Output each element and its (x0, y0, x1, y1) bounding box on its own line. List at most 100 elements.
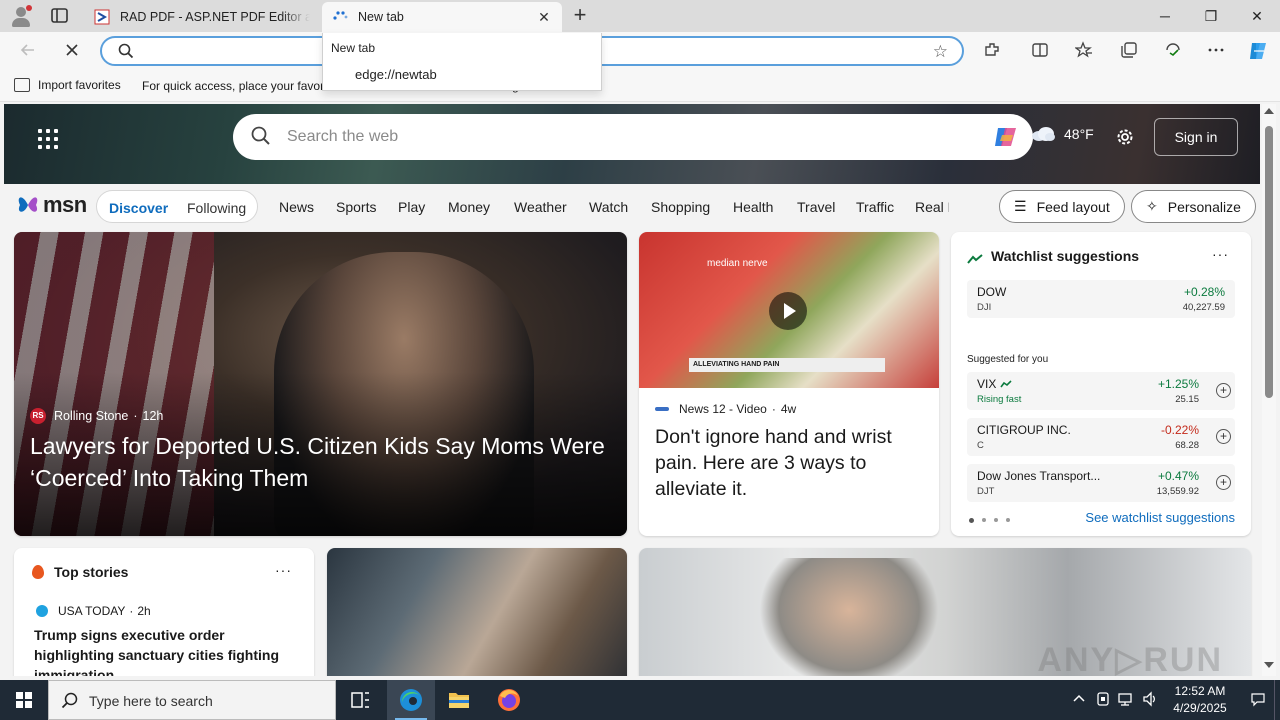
stock-value: 68.28 (1175, 440, 1199, 451)
stock-row-vix[interactable]: VIX Rising fast +1.25% 25.15 + (967, 372, 1235, 410)
top-stories-header: Top stories (32, 564, 128, 580)
extensions-icon[interactable] (982, 41, 1002, 61)
msn-search-box[interactable] (233, 114, 1033, 160)
collections-icon[interactable] (1119, 41, 1139, 61)
favorites-icon[interactable] (1074, 41, 1094, 61)
video-story-card[interactable]: median nerve ALLEVIATING HAND PAIN News … (639, 232, 939, 536)
split-screen-icon[interactable] (1030, 41, 1050, 61)
network-icon[interactable] (1118, 691, 1134, 710)
page-scrollbar[interactable] (1262, 104, 1276, 676)
firefox-button[interactable] (485, 680, 533, 720)
search-icon (118, 43, 134, 62)
anyrun-watermark: ANY▷RUN (1037, 641, 1223, 676)
favorite-star-icon[interactable]: ☆ (933, 42, 948, 62)
tab-new-tab[interactable]: New tab ✕ (322, 2, 562, 32)
file-explorer-button[interactable] (435, 680, 483, 720)
see-watchlist-link[interactable]: See watchlist suggestions (1085, 510, 1235, 525)
story-card-fitness[interactable]: ANY▷RUN (639, 548, 1251, 676)
nav-link-health[interactable]: Health (733, 199, 773, 215)
stock-change: +0.47% (1157, 469, 1199, 483)
carousel-dots[interactable] (969, 518, 1010, 523)
story-headline[interactable]: Lawyers for Deported U.S. Citizen Kids S… (30, 430, 610, 494)
story-age: 4w (780, 402, 797, 416)
close-window-button[interactable]: ✕ (1234, 0, 1280, 32)
dropdown-header: New tab (331, 41, 376, 55)
tab-following[interactable]: Following (187, 200, 246, 216)
nav-link-real-estate[interactable]: Real Es (915, 199, 949, 215)
story-headline[interactable]: Don't ignore hand and wrist pain. Here a… (655, 424, 925, 502)
stock-row-citigroup[interactable]: CITIGROUP INC. C -0.22% 68.28 + (967, 418, 1235, 456)
msn-logo[interactable]: msn (16, 192, 87, 218)
restore-button[interactable]: ❐ (1188, 0, 1234, 32)
app-launcher-icon[interactable] (38, 129, 58, 149)
import-icon (14, 78, 30, 92)
taskbar-search[interactable]: Type here to search (48, 680, 336, 720)
profile-icon[interactable] (8, 4, 34, 28)
nav-link-travel[interactable]: Travel (797, 199, 835, 215)
msn-search-input[interactable] (287, 126, 967, 148)
scroll-up-icon[interactable] (1264, 108, 1274, 114)
stock-name: CITIGROUP INC. (977, 423, 1071, 437)
copilot-icon[interactable] (993, 125, 1019, 149)
stock-change: +1.25% (1157, 377, 1199, 391)
more-options-icon[interactable]: ··· (275, 562, 292, 578)
nav-link-shopping[interactable]: Shopping (651, 199, 710, 215)
task-view-button[interactable] (336, 680, 384, 720)
start-button[interactable] (0, 680, 48, 720)
windows-logo-icon (16, 692, 32, 708)
notifications-icon[interactable] (1250, 691, 1266, 710)
browser-essentials-icon[interactable] (1163, 41, 1183, 61)
stock-name: Dow Jones Transport... (977, 469, 1101, 483)
stock-row-djt[interactable]: Dow Jones Transport... DJT +0.47% 13,559… (967, 464, 1235, 502)
story-source: News 12 - Video · 4w (655, 402, 796, 416)
scroll-thumb[interactable] (1265, 126, 1273, 398)
copilot-icon[interactable] (1246, 39, 1270, 63)
nav-link-watch[interactable]: Watch (589, 199, 628, 215)
minimize-button[interactable]: ─ (1142, 0, 1188, 32)
weather-widget[interactable]: 48°F (1030, 126, 1094, 142)
close-tab-icon[interactable]: ✕ (536, 9, 552, 25)
sign-in-button[interactable]: Sign in (1154, 118, 1238, 156)
personalize-button[interactable]: ✧ Personalize (1131, 190, 1256, 223)
stock-name: DOW (977, 285, 1007, 299)
back-arrow-icon[interactable] (18, 41, 38, 61)
story-headline[interactable]: Trump signs executive order highlighting… (34, 625, 304, 676)
chevron-up-icon[interactable] (1072, 691, 1086, 708)
folder-icon (449, 693, 469, 708)
add-to-watchlist-icon[interactable]: + (1216, 429, 1231, 444)
scroll-down-icon[interactable] (1264, 662, 1274, 668)
new-tab-button[interactable]: + (568, 4, 592, 27)
nav-link-sports[interactable]: Sports (336, 199, 376, 215)
nav-link-traffic[interactable]: Traffic (856, 199, 894, 215)
device-icon[interactable] (1096, 691, 1110, 710)
more-menu-icon[interactable] (1206, 41, 1226, 61)
tab-actions-icon[interactable] (50, 7, 70, 25)
suggestion-item[interactable]: edge://newtab (355, 67, 437, 82)
tab-radpdf[interactable]: RAD PDF - ASP.NET PDF Editor and (84, 2, 320, 32)
add-to-watchlist-icon[interactable]: + (1216, 475, 1231, 490)
story-card-office[interactable] (327, 548, 627, 676)
tab-discover[interactable]: Discover (109, 200, 168, 216)
import-favorites-label: Import favorites (38, 78, 121, 92)
nav-link-weather[interactable]: Weather (514, 199, 567, 215)
stock-row-dow[interactable]: DOW DJI +0.28% 40,227.59 (967, 280, 1235, 318)
story-source: RS Rolling Stone · 12h (30, 408, 163, 424)
nav-link-news[interactable]: News (279, 199, 314, 215)
tab-strip: RAD PDF - ASP.NET PDF Editor and New tab… (0, 0, 1280, 32)
add-to-watchlist-icon[interactable]: + (1216, 383, 1231, 398)
main-story-card[interactable]: RS Rolling Stone · 12h Lawyers for Depor… (14, 232, 627, 536)
more-options-icon[interactable]: ··· (1212, 246, 1229, 262)
cloud-icon (1030, 126, 1056, 142)
feed-toggle: Discover Following (96, 190, 258, 223)
play-icon[interactable] (769, 292, 807, 330)
show-desktop-button[interactable] (1274, 680, 1280, 720)
stop-loading-icon[interactable] (62, 41, 82, 61)
gear-icon[interactable] (1114, 126, 1136, 148)
feed-layout-button[interactable]: ☰ Feed layout (999, 190, 1125, 223)
nav-link-money[interactable]: Money (448, 199, 490, 215)
volume-icon[interactable] (1142, 691, 1158, 710)
edge-taskbar-button[interactable] (387, 680, 435, 720)
import-favorites-button[interactable]: Import favorites (14, 78, 121, 92)
nav-link-play[interactable]: Play (398, 199, 425, 215)
system-clock[interactable]: 12:52 AM 4/29/2025 (1160, 683, 1240, 717)
